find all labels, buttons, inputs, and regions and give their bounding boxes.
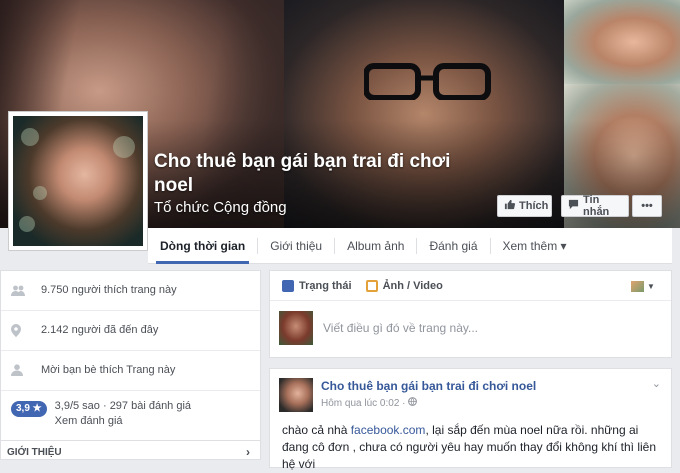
rating-text: 3,9/5 sao · 297 bài đánh giá	[54, 400, 192, 412]
post-composer: Trạng thái Ảnh / Video ▼ Viết điều gì đó…	[269, 270, 672, 358]
pencil-icon	[282, 279, 294, 292]
audience-selector[interactable]: ▼	[631, 279, 655, 293]
profile-picture[interactable]	[8, 111, 148, 251]
profile-image	[13, 116, 143, 246]
photo-video-tab[interactable]: Ảnh / Video	[365, 279, 443, 292]
post-author-avatar[interactable]	[279, 378, 313, 412]
timeline-post: Cho thuê bạn gái bạn trai đi chơi noel H…	[269, 368, 672, 471]
message-icon	[568, 199, 579, 213]
message-label: Tin nhắn	[583, 194, 610, 218]
see-reviews-link[interactable]: Xem đánh giá	[55, 414, 191, 429]
camera-icon	[365, 279, 378, 292]
post-options-chevron-icon[interactable]: ⌄	[652, 377, 661, 390]
avatar	[279, 311, 313, 345]
glasses-shape	[364, 63, 491, 100]
visits-text: 2.142 người đã đến đây	[41, 324, 159, 336]
photo-album-icon	[631, 280, 644, 292]
thumbs-up-icon	[504, 199, 516, 213]
invite-friends-text: Mời bạn bè thích Trang này	[41, 364, 176, 376]
more-options-button[interactable]: •••	[632, 195, 662, 217]
about-section-header[interactable]: GIỚI THIỆU ›	[0, 440, 261, 460]
tab-photos[interactable]: Album ảnh	[335, 228, 416, 264]
rating-stat[interactable]: 3,9 ★ 3,9/5 sao · 297 bài đánh giá Xem đ…	[1, 391, 260, 441]
more-label: •••	[641, 200, 653, 212]
tab-about[interactable]: Giới thiệu	[258, 228, 334, 264]
page-nav: Dòng thời gian Giới thiệu Album ảnh Đánh…	[148, 228, 672, 264]
globe-icon	[408, 397, 418, 409]
post-author-name[interactable]: Cho thuê bạn gái bạn trai đi chơi noel	[321, 379, 536, 393]
status-tab[interactable]: Trạng thái	[282, 279, 352, 292]
tab-reviews[interactable]: Đánh giá	[417, 228, 489, 264]
post-text-part1: chào cả nhà	[282, 423, 351, 437]
photo-video-tab-label: Ảnh / Video	[382, 279, 443, 292]
status-tab-label: Trạng thái	[299, 279, 352, 292]
invite-friends-stat[interactable]: Mời bạn bè thích Trang này	[1, 351, 260, 391]
stats-panel: 9.750 người thích trang này 2.142 người …	[0, 270, 261, 442]
about-heading: GIỚI THIỆU	[7, 447, 62, 458]
likes-text: 9.750 người thích trang này	[41, 284, 177, 296]
post-timestamp[interactable]: Hôm qua lúc 0:02 ·	[321, 398, 408, 409]
page-category[interactable]: Tổ chức Cộng đồng	[154, 199, 287, 216]
like-button[interactable]: Thích	[497, 195, 552, 217]
cover-image-right-top	[564, 0, 680, 84]
composer-input[interactable]: Viết điều gì đó về trang này...	[323, 321, 478, 335]
chevron-down-icon: ▼	[647, 281, 655, 291]
post-body: chào cả nhà facebook.com, lại sắp đến mù…	[270, 412, 671, 473]
location-pin-icon	[11, 311, 41, 340]
message-button[interactable]: Tin nhắn	[561, 194, 629, 218]
chevron-right-icon: ›	[246, 445, 250, 459]
like-label: Thích	[519, 200, 549, 212]
tab-more[interactable]: Xem thêm ▾	[491, 228, 579, 264]
visits-stat[interactable]: 2.142 người đã đến đây	[1, 311, 260, 351]
likes-stat[interactable]: 9.750 người thích trang này	[1, 271, 260, 311]
page-title[interactable]: Cho thuê bạn gái bạn trai đi chơi noel	[154, 150, 484, 198]
tab-timeline[interactable]: Dòng thời gian	[148, 228, 257, 264]
people-icon	[11, 271, 41, 299]
rating-badge: 3,9 ★	[11, 401, 47, 417]
person-icon	[11, 351, 41, 379]
post-link[interactable]: facebook.com	[351, 423, 426, 437]
